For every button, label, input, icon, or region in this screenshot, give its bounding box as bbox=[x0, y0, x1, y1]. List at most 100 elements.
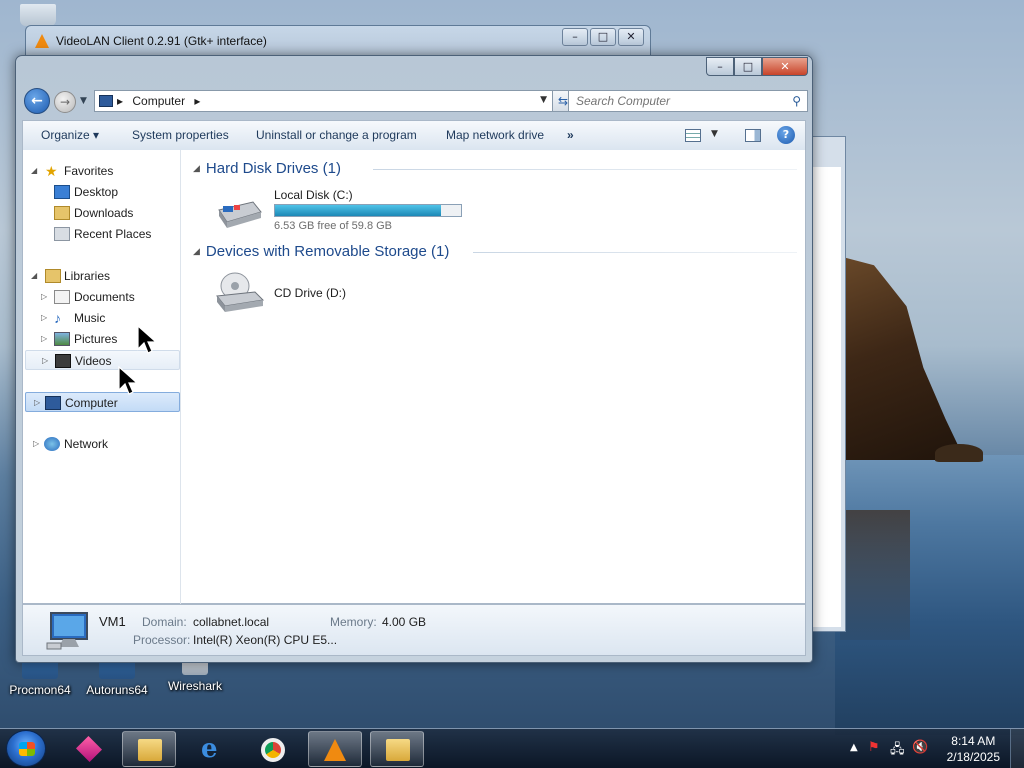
expand-arrow-icon[interactable]: ▷ bbox=[42, 351, 54, 371]
computer-icon bbox=[99, 95, 113, 107]
expand-arrow-icon[interactable]: ▷ bbox=[41, 329, 53, 349]
clock-time: 8:14 AM bbox=[951, 734, 996, 748]
vlc-close-button[interactable]: ✕ bbox=[618, 28, 644, 46]
collapse-group-icon[interactable]: ◢ bbox=[193, 246, 200, 256]
navigation-bar: ← → ▼ ▸ Computer ▸ ▼ ⇆ ⚲ bbox=[22, 88, 808, 114]
breadcrumb-separator[interactable]: ▸ bbox=[117, 94, 123, 108]
drive-name[interactable]: CD Drive (D:) bbox=[274, 286, 346, 300]
vlc-maximize-button[interactable]: □ bbox=[590, 28, 616, 46]
map-network-drive-button[interactable]: Map network drive bbox=[446, 128, 544, 142]
nav-item-recent-places[interactable]: Recent Places bbox=[31, 224, 176, 244]
nav-item-documents[interactable]: ▷ Documents bbox=[31, 287, 176, 307]
preview-pane-icon[interactable] bbox=[745, 129, 761, 142]
chrome-icon bbox=[261, 738, 285, 762]
taskbar-app-internet-explorer[interactable]: e bbox=[186, 731, 240, 767]
expand-arrow-icon[interactable]: ▷ bbox=[41, 308, 53, 328]
change-view-icon[interactable] bbox=[685, 129, 701, 142]
search-box[interactable]: ⚲ bbox=[568, 90, 808, 112]
breadcrumb-separator[interactable]: ▸ bbox=[194, 94, 200, 108]
desktop-icon-label: Autoruns64 bbox=[86, 683, 148, 697]
mouse-cursor-icon bbox=[118, 366, 138, 395]
breadcrumb-computer[interactable]: Computer bbox=[132, 94, 185, 108]
nav-label: Documents bbox=[74, 290, 135, 304]
network-status-icon[interactable]: 🖧 bbox=[890, 740, 905, 762]
group-header-hdd[interactable]: ◢ Hard Disk Drives (1) bbox=[193, 160, 341, 177]
organize-button[interactable]: Organize ▾ bbox=[41, 128, 99, 142]
vlc-cone-icon bbox=[324, 739, 346, 761]
search-icon[interactable]: ⚲ bbox=[792, 94, 801, 108]
nav-label: Favorites bbox=[64, 164, 114, 178]
explorer-window[interactable]: – □ ✕ ← → ▼ ▸ Computer ▸ ▼ ⇆ ⚲ Organize … bbox=[15, 55, 813, 663]
nav-item-desktop[interactable]: Desktop bbox=[31, 182, 176, 202]
group-divider bbox=[373, 169, 797, 170]
pictures-icon bbox=[54, 332, 70, 346]
drive-name[interactable]: Local Disk (C:) bbox=[274, 188, 353, 202]
computer-name: VM1 bbox=[99, 614, 126, 629]
computer-monitor-icon bbox=[46, 612, 88, 650]
address-bar[interactable]: ▸ Computer ▸ ▼ bbox=[94, 90, 554, 112]
system-properties-button[interactable]: System properties bbox=[132, 128, 229, 142]
expand-arrow-icon[interactable]: ▷ bbox=[41, 287, 53, 307]
nav-label: Recent Places bbox=[74, 227, 152, 241]
group-header-removable[interactable]: ◢ Devices with Removable Storage (1) bbox=[193, 243, 449, 260]
desktop-wallpaper-reflection bbox=[840, 510, 910, 640]
nav-label: Computer bbox=[65, 396, 118, 410]
drive-free-space: 6.53 GB free of 59.8 GB bbox=[274, 220, 393, 232]
collapse-arrow-icon[interactable]: ◢ bbox=[31, 161, 43, 181]
collapse-group-icon[interactable]: ◢ bbox=[193, 163, 200, 173]
back-button[interactable]: ← bbox=[24, 88, 50, 114]
drive-usage-fill bbox=[275, 205, 441, 216]
maximize-button[interactable]: □ bbox=[734, 57, 762, 76]
navigation-pane: ◢ ★ Favorites Desktop Downloads Recent P… bbox=[23, 150, 181, 604]
recycle-bin-icon[interactable] bbox=[20, 4, 56, 26]
computer-icon bbox=[45, 396, 61, 410]
search-folder-icon bbox=[386, 739, 410, 761]
drives-view: ◢ Hard Disk Drives (1) Local Disk (C:) 6.… bbox=[183, 150, 807, 604]
pink-app-icon bbox=[75, 735, 103, 763]
mouse-cursor-icon bbox=[137, 325, 157, 354]
vlc-minimize-button[interactable]: – bbox=[562, 28, 588, 46]
documents-icon bbox=[54, 290, 70, 304]
taskbar-app-color-tool[interactable] bbox=[62, 731, 116, 767]
help-icon[interactable]: ? bbox=[777, 126, 795, 144]
start-button[interactable] bbox=[6, 730, 46, 767]
vlc-window-title: VideoLAN Client 0.2.91 (Gtk+ interface) bbox=[56, 34, 267, 48]
forward-button[interactable]: → bbox=[54, 91, 76, 113]
memory-label: Memory: bbox=[330, 615, 377, 629]
music-icon: ♪ bbox=[54, 310, 61, 326]
action-center-icon[interactable]: ⚑ bbox=[868, 740, 880, 755]
nav-item-downloads[interactable]: Downloads bbox=[31, 203, 176, 223]
nav-label: Network bbox=[64, 437, 109, 451]
more-commands-button[interactable]: » bbox=[567, 128, 574, 142]
desktop-wallpaper-rock bbox=[935, 444, 983, 462]
nav-item-network[interactable]: ▷ Network bbox=[31, 434, 176, 454]
collapse-arrow-icon[interactable]: ◢ bbox=[31, 266, 43, 286]
volume-muted-icon[interactable]: 🔇 bbox=[912, 740, 928, 755]
show-hidden-icons-button[interactable]: ▲ bbox=[850, 742, 858, 753]
taskbar-app-chrome[interactable] bbox=[246, 731, 300, 767]
taskbar-app-vlc[interactable] bbox=[308, 731, 362, 767]
taskbar: e ▲ ⚑ 🖧 🔇 8:14 AM 2/18/2025 bbox=[0, 728, 1024, 768]
network-icon bbox=[44, 437, 60, 451]
nav-item-libraries[interactable]: ◢ Libraries bbox=[31, 266, 176, 286]
hard-disk-icon bbox=[218, 201, 262, 228]
taskbar-app-search-folder[interactable] bbox=[370, 731, 424, 767]
search-input[interactable] bbox=[569, 91, 783, 111]
nav-item-favorites[interactable]: ◢ ★ Favorites bbox=[31, 161, 176, 181]
taskbar-app-explorer[interactable] bbox=[122, 731, 176, 767]
close-button[interactable]: ✕ bbox=[762, 57, 808, 76]
address-dropdown-icon[interactable]: ▼ bbox=[540, 95, 547, 105]
show-desktop-button[interactable] bbox=[1010, 729, 1024, 768]
content-area: ◢ ★ Favorites Desktop Downloads Recent P… bbox=[22, 150, 806, 604]
breadcrumb[interactable]: ▸ Computer ▸ bbox=[117, 94, 200, 108]
view-dropdown-icon[interactable]: ▼ bbox=[711, 129, 718, 139]
desktop-folder-icon bbox=[54, 185, 70, 199]
recent-pages-dropdown[interactable]: ▼ bbox=[80, 96, 87, 106]
clock[interactable]: 8:14 AM 2/18/2025 bbox=[947, 733, 1000, 765]
nav-item-computer[interactable]: ▷ Computer bbox=[25, 392, 180, 412]
nav-label: Libraries bbox=[64, 269, 111, 283]
nav-label: Downloads bbox=[74, 206, 134, 220]
minimize-button[interactable]: – bbox=[706, 57, 734, 76]
uninstall-program-button[interactable]: Uninstall or change a program bbox=[256, 128, 417, 142]
background-window-edge[interactable] bbox=[808, 136, 846, 632]
